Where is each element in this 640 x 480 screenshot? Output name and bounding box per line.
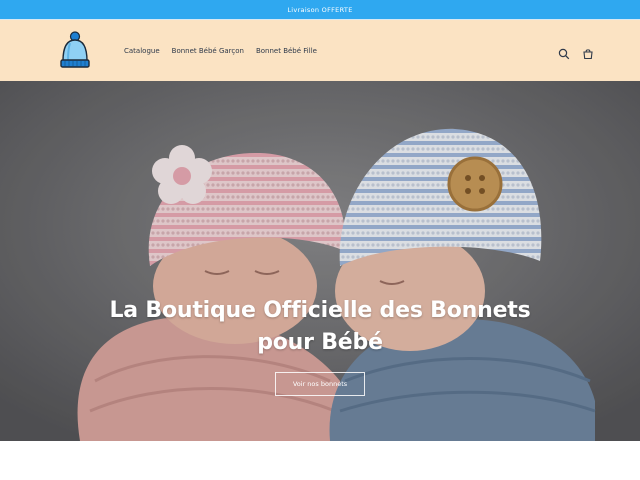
announcement-text: Livraison OFFERTE <box>287 5 353 14</box>
hero-banner: La Boutique Officielle des Bonnets pour … <box>0 81 640 441</box>
announcement-bar: Livraison OFFERTE <box>0 0 640 19</box>
baby-beanie-logo-icon <box>60 31 90 68</box>
shop-bonnets-button[interactable]: Voir nos bonnets <box>275 372 365 396</box>
cart-icon[interactable] <box>582 45 594 59</box>
hero-title-line1: La Boutique Officielle des Bonnets <box>109 298 531 323</box>
site-header: Catalogue Bonnet Bébé Garçon Bonnet Bébé… <box>0 20 640 81</box>
nav-item-bonnet-fille[interactable]: Bonnet Bébé Fille <box>256 47 317 55</box>
hero-title-line2: pour Bébé <box>257 330 383 355</box>
main-nav: Catalogue Bonnet Bébé Garçon Bonnet Bébé… <box>124 20 329 81</box>
search-icon[interactable] <box>558 45 570 59</box>
header-icons <box>558 20 594 81</box>
content-below-hero <box>0 441 640 480</box>
hero-title: La Boutique Officielle des Bonnets pour … <box>100 295 540 359</box>
nav-item-catalogue[interactable]: Catalogue <box>124 47 160 55</box>
site-logo[interactable] <box>58 31 92 71</box>
nav-item-bonnet-garcon[interactable]: Bonnet Bébé Garçon <box>172 47 244 55</box>
